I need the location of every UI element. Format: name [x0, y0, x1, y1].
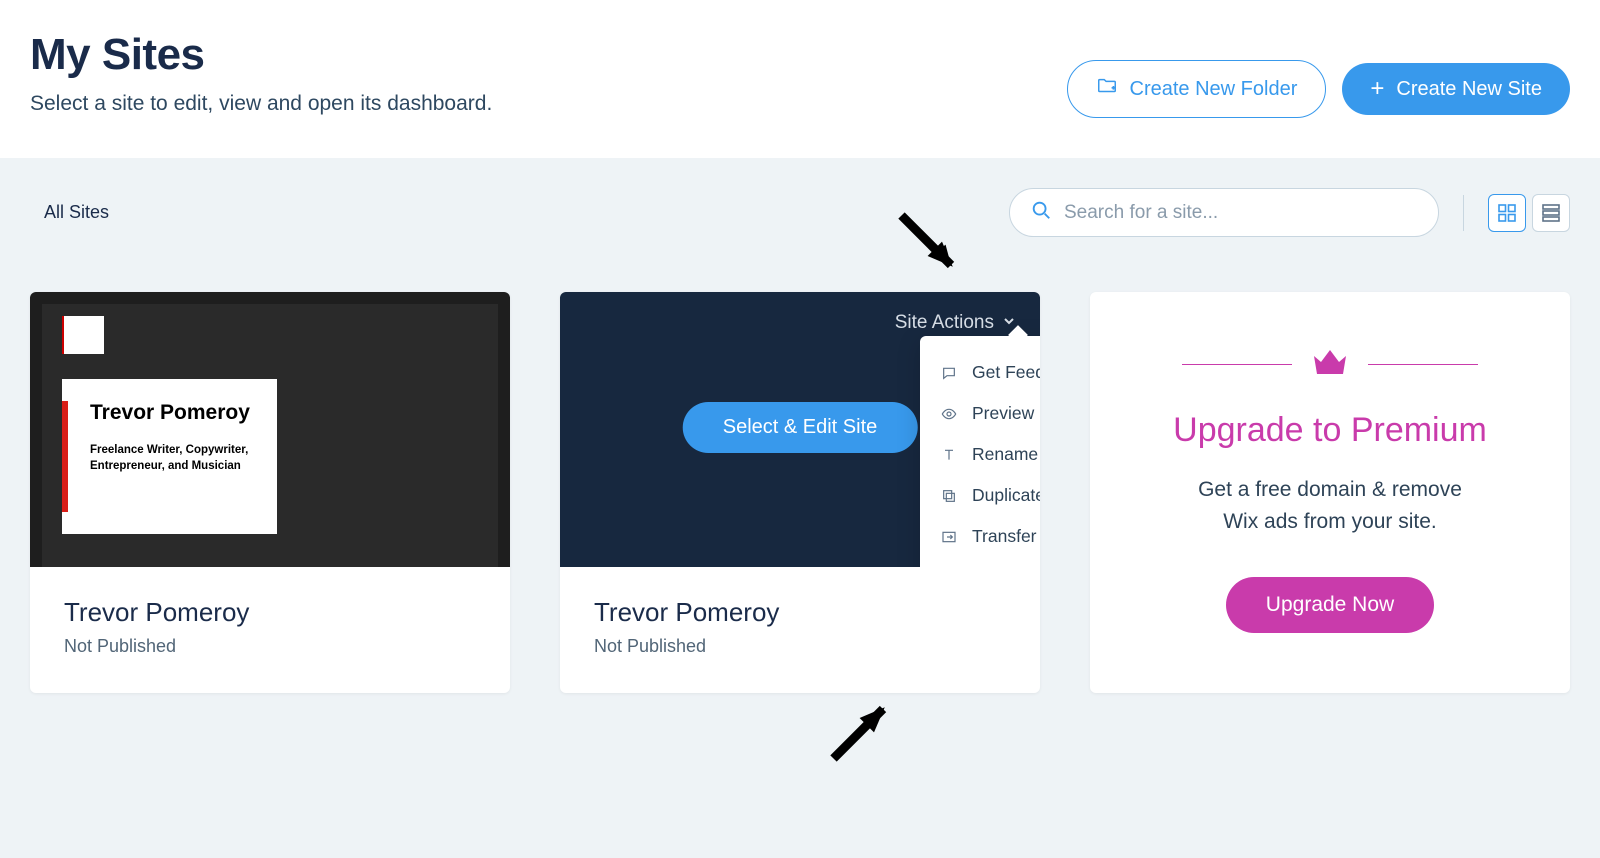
dropdown-item-get-feedback[interactable]: Get Feedback [920, 352, 1040, 393]
dropdown-item-invite-people[interactable]: Invite People [920, 557, 1040, 567]
duplicate-icon [940, 488, 958, 504]
upgrade-title: Upgrade to Premium [1134, 411, 1526, 450]
search-icon [1030, 199, 1052, 226]
upgrade-now-button[interactable]: Upgrade Now [1226, 577, 1434, 633]
site-card-active[interactable]: Site Actions Select & Edit Site Get Feed… [560, 292, 1040, 693]
text-icon [940, 447, 958, 463]
page-subtitle: Select a site to edit, view and open its… [30, 92, 492, 116]
plus-icon: + [1370, 77, 1384, 101]
create-folder-button[interactable]: Create New Folder [1067, 60, 1327, 118]
site-title: Trevor Pomeroy [64, 597, 476, 628]
eye-icon [940, 406, 958, 422]
chat-icon [940, 365, 958, 381]
dropdown-item-transfer-site[interactable]: Transfer Site [920, 516, 1040, 557]
site-title: Trevor Pomeroy [594, 597, 1006, 628]
create-site-button[interactable]: + Create New Site [1342, 63, 1570, 115]
dropdown-item-preview-site[interactable]: Preview Site [920, 393, 1040, 434]
site-actions-button[interactable]: Site Actions [895, 312, 1016, 334]
site-actions-dropdown: Get Feedback Preview Site Rename Site Du… [920, 336, 1040, 567]
upgrade-card: Upgrade to Premium Get a free domain & r… [1090, 292, 1570, 693]
create-folder-label: Create New Folder [1130, 78, 1298, 101]
site-status: Not Published [594, 636, 1006, 657]
select-edit-site-button[interactable]: Select & Edit Site [683, 402, 918, 453]
annotation-arrow-bottom [820, 682, 910, 777]
crown-icon [1312, 348, 1348, 381]
list-view-button[interactable] [1532, 194, 1570, 232]
decorative-line [1368, 364, 1478, 366]
site-filter-all[interactable]: All Sites [30, 202, 109, 223]
search-input-wrapper[interactable] [1009, 188, 1439, 237]
site-card[interactable]: Trevor Pomeroy Freelance Writer, Copywri… [30, 292, 510, 693]
create-site-label: Create New Site [1396, 78, 1542, 101]
dropdown-item-duplicate-site[interactable]: Duplicate Site [920, 475, 1040, 516]
site-status: Not Published [64, 636, 476, 657]
thumb-tagline: Freelance Writer, Copywriter, Entreprene… [90, 443, 261, 474]
grid-view-button[interactable] [1488, 194, 1526, 232]
upgrade-text: Get a free domain & remove Wix ads from … [1134, 474, 1526, 537]
transfer-icon [940, 529, 958, 545]
toolbar-separator [1463, 195, 1464, 231]
search-input[interactable] [1064, 202, 1418, 224]
folder-plus-icon [1096, 75, 1118, 103]
site-thumbnail-overlay: Site Actions Select & Edit Site Get Feed… [560, 292, 1040, 567]
page-title: My Sites [30, 30, 492, 80]
thumb-logo [62, 316, 104, 354]
site-thumbnail: Trevor Pomeroy Freelance Writer, Copywri… [30, 292, 510, 567]
dropdown-item-rename-site[interactable]: Rename Site [920, 434, 1040, 475]
thumb-title: Trevor Pomeroy [90, 401, 261, 425]
decorative-line [1182, 364, 1292, 366]
